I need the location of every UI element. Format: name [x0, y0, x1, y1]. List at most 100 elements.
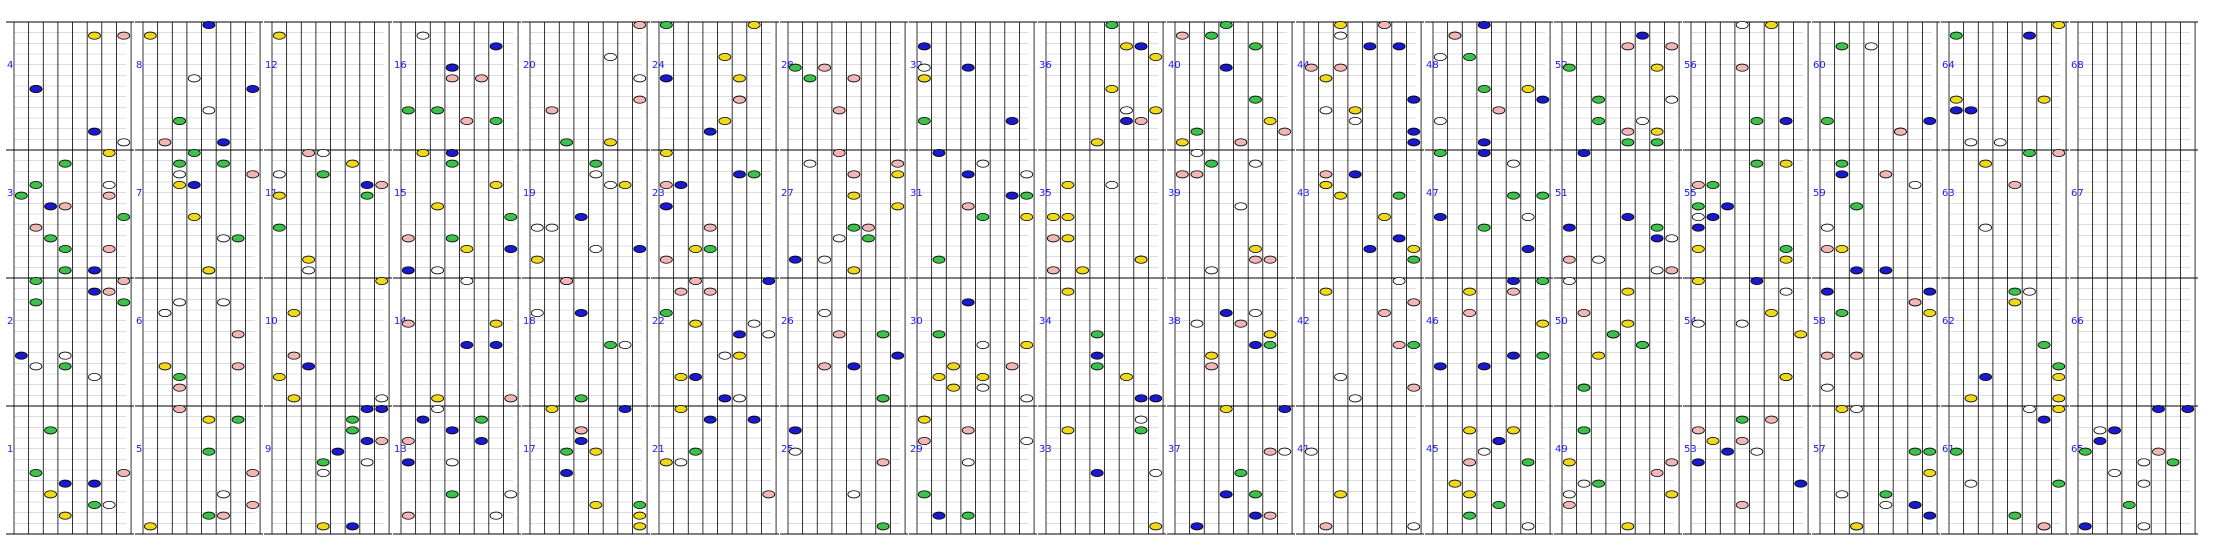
note	[416, 415, 430, 424]
measure-number: 3	[7, 188, 13, 199]
note	[489, 340, 503, 349]
note	[1319, 522, 1333, 531]
note	[187, 74, 201, 83]
note	[1219, 63, 1233, 72]
note	[2037, 95, 2051, 104]
note	[1319, 170, 1333, 179]
note	[44, 234, 57, 243]
note	[1090, 468, 1104, 477]
note	[88, 479, 101, 488]
note	[58, 159, 72, 168]
note	[1263, 447, 1277, 456]
note	[58, 266, 72, 275]
note	[733, 394, 746, 403]
note	[231, 362, 245, 371]
note	[530, 308, 544, 317]
note	[375, 404, 389, 413]
note	[29, 468, 43, 477]
note	[117, 212, 131, 221]
note	[976, 159, 990, 168]
note	[1577, 383, 1591, 392]
note	[633, 511, 647, 520]
measure-number: 31	[910, 188, 923, 199]
note	[2008, 180, 2022, 189]
note	[346, 522, 359, 531]
note	[876, 522, 890, 531]
note	[2023, 287, 2036, 296]
measure-number: 58	[1813, 316, 1826, 327]
measure-number: 9	[265, 444, 271, 455]
note	[1090, 138, 1104, 147]
note	[217, 490, 230, 499]
note	[14, 191, 28, 200]
note	[847, 74, 861, 83]
note	[1249, 308, 1262, 317]
note	[401, 266, 415, 275]
note	[489, 319, 503, 328]
note	[1190, 522, 1204, 531]
note	[1175, 170, 1189, 179]
note	[217, 298, 230, 307]
note	[947, 383, 960, 392]
note	[1020, 394, 1034, 403]
note	[762, 330, 776, 339]
note	[1507, 426, 1520, 435]
note	[1134, 42, 1148, 51]
note	[545, 106, 559, 115]
note	[44, 490, 57, 499]
beat-chart: 4321876512111091615141320191817242322212…	[6, 20, 2198, 535]
note	[2052, 20, 2066, 29]
note	[1319, 74, 1333, 83]
note	[818, 255, 831, 264]
measure-number: 6	[136, 316, 142, 327]
note	[747, 170, 761, 179]
measure-number: 29	[910, 444, 923, 455]
note	[231, 234, 245, 243]
note	[29, 298, 43, 307]
note	[659, 255, 673, 264]
note	[733, 330, 746, 339]
note	[1020, 340, 1034, 349]
note	[1433, 148, 1447, 157]
note	[1463, 308, 1476, 317]
note	[316, 522, 330, 531]
note	[2008, 287, 2022, 296]
measure-number: 15	[394, 188, 407, 199]
note	[891, 170, 905, 179]
note	[917, 436, 931, 445]
note	[1706, 212, 1720, 221]
note	[88, 127, 101, 136]
note	[1592, 117, 1605, 126]
note	[1046, 212, 1060, 221]
note	[102, 244, 116, 253]
note	[504, 212, 518, 221]
note	[574, 394, 588, 403]
measure-number: 23	[652, 188, 665, 199]
note	[1219, 404, 1233, 413]
note	[1190, 319, 1204, 328]
note	[2166, 458, 2180, 467]
measure-number: 55	[1684, 188, 1697, 199]
note	[976, 372, 990, 381]
note	[1020, 170, 1034, 179]
note	[1850, 522, 1863, 531]
note	[1334, 191, 1347, 200]
note	[1691, 202, 1705, 211]
note	[489, 180, 503, 189]
note	[1794, 479, 1808, 488]
note	[733, 74, 746, 83]
note	[1477, 148, 1491, 157]
note	[604, 180, 617, 189]
note	[574, 436, 588, 445]
note	[1363, 244, 1377, 253]
note	[947, 362, 960, 371]
note	[689, 319, 702, 328]
note	[832, 106, 846, 115]
note	[202, 106, 216, 115]
note	[445, 458, 459, 467]
note	[917, 415, 931, 424]
note	[718, 351, 732, 360]
note	[401, 511, 415, 520]
note	[1949, 106, 1963, 115]
measure-number: 35	[1039, 188, 1052, 199]
